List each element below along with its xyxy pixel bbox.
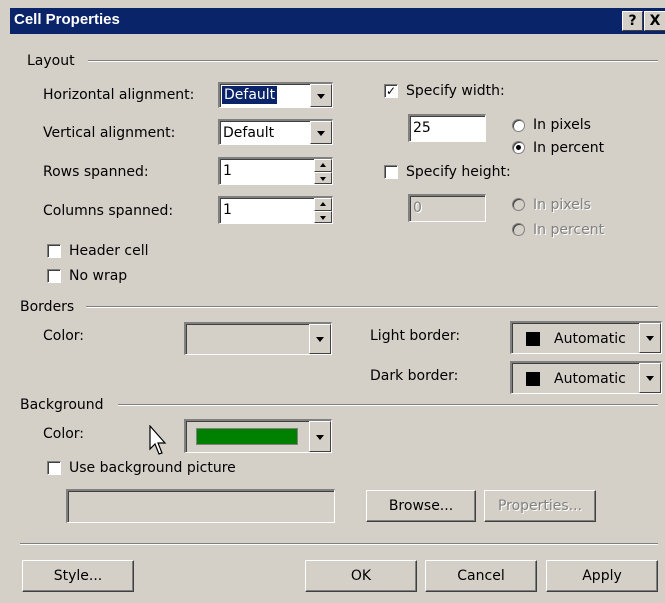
border-color-select[interactable] (184, 322, 332, 355)
width-in-percent-label[interactable]: In percent (533, 139, 604, 157)
height-in-pixels-label[interactable]: In pixels (533, 196, 591, 214)
vertical-alignment-value: Default (223, 125, 275, 141)
chevron-down-icon (316, 337, 324, 342)
mouse-cursor-icon (149, 425, 167, 455)
horizontal-alignment-label: Horizontal alignment: (43, 87, 195, 103)
border-color-dropdown-button[interactable] (309, 324, 331, 354)
width-in-percent-radio[interactable] (512, 141, 525, 154)
light-border-swatch (526, 332, 540, 346)
rows-spanned-spin (314, 159, 332, 184)
borders-group-divider (86, 306, 658, 308)
footer-divider (20, 543, 658, 545)
cancel-button[interactable]: Cancel (425, 560, 537, 592)
arrow-up-icon (320, 202, 326, 206)
use-background-picture-label[interactable]: Use background picture (69, 459, 236, 477)
arrow-down-icon (320, 215, 326, 220)
dark-border-dropdown-button[interactable] (639, 363, 661, 393)
window-title: Cell Properties (14, 11, 120, 28)
no-wrap-label[interactable]: No wrap (69, 267, 127, 285)
help-button[interactable]: ? (622, 11, 643, 31)
light-border-dropdown-button[interactable] (639, 323, 661, 353)
chevron-down-icon (317, 130, 325, 136)
light-border-label: Light border: (370, 328, 461, 344)
width-in-pixels-label[interactable]: In pixels (533, 116, 591, 134)
arrow-down-icon (320, 176, 326, 181)
vertical-alignment-select[interactable]: Default (218, 119, 333, 145)
columns-spanned-spin (314, 198, 332, 223)
height-input[interactable]: 0 (408, 194, 486, 222)
radio-selected-dot (516, 145, 521, 150)
header-cell-label[interactable]: Header cell (69, 242, 149, 260)
height-in-pixels-radio[interactable] (512, 198, 525, 211)
specify-width-label[interactable]: Specify width: (406, 82, 505, 100)
horizontal-alignment-dropdown-button[interactable] (310, 84, 332, 107)
dark-border-label: Dark border: (370, 368, 459, 384)
chevron-down-icon (317, 93, 325, 99)
dark-border-swatch (526, 372, 540, 386)
title-bar: Cell Properties ? X (10, 8, 665, 34)
specify-height-checkbox[interactable] (384, 165, 398, 179)
background-picture-path-input[interactable] (66, 489, 335, 523)
chevron-down-icon (646, 376, 654, 381)
horizontal-alignment-value: Default (220, 85, 279, 105)
background-properties-button[interactable]: Properties... (484, 490, 596, 522)
light-border-value: Automatic (554, 331, 626, 347)
background-color-select[interactable] (184, 419, 332, 453)
height-in-percent-radio[interactable] (512, 223, 525, 236)
background-color-dropdown-button[interactable] (309, 421, 331, 452)
columns-spanned-value: 1 (223, 202, 232, 218)
height-in-percent-label[interactable]: In percent (533, 221, 604, 239)
border-color-label: Color: (43, 328, 85, 344)
no-wrap-checkbox[interactable] (47, 269, 61, 283)
columns-spanned-label: Columns spanned: (43, 203, 174, 219)
vertical-alignment-label: Vertical alignment: (43, 125, 176, 141)
dark-border-value: Automatic (554, 371, 626, 387)
rows-spanned-label: Rows spanned: (43, 164, 149, 180)
rows-spanned-value: 1 (223, 163, 232, 179)
ok-button[interactable]: OK (305, 560, 417, 592)
width-in-pixels-radio[interactable] (512, 119, 525, 132)
background-color-swatch (196, 428, 298, 445)
header-cell-checkbox[interactable] (47, 244, 61, 258)
rows-spanned-increment[interactable] (314, 159, 332, 172)
borders-group-label: Borders (20, 299, 75, 315)
vertical-alignment-dropdown-button[interactable] (310, 121, 332, 144)
width-input[interactable]: 25 (408, 114, 486, 142)
style-button[interactable]: Style... (22, 560, 134, 592)
arrow-up-icon (320, 163, 326, 167)
background-group-divider (118, 404, 658, 406)
chevron-down-icon (646, 336, 654, 341)
dark-border-select[interactable]: Automatic (510, 361, 662, 394)
background-color-label: Color: (43, 426, 85, 442)
columns-spanned-decrement[interactable] (314, 210, 332, 223)
layout-group-label: Layout (27, 53, 75, 69)
height-value: 0 (413, 200, 422, 216)
apply-button[interactable]: Apply (546, 560, 658, 592)
width-value: 25 (413, 120, 431, 136)
rows-spanned-stepper[interactable]: 1 (218, 157, 333, 185)
layout-group-divider (88, 60, 658, 62)
light-border-select[interactable]: Automatic (510, 321, 662, 354)
background-group-label: Background (20, 397, 104, 413)
close-button[interactable]: X (644, 11, 665, 31)
browse-button[interactable]: Browse... (366, 490, 476, 522)
rows-spanned-decrement[interactable] (314, 171, 332, 184)
specify-width-checkbox[interactable]: ✓ (384, 84, 398, 98)
columns-spanned-stepper[interactable]: 1 (218, 196, 333, 224)
use-background-picture-checkbox[interactable] (47, 461, 61, 475)
chevron-down-icon (316, 434, 324, 440)
specify-height-label[interactable]: Specify height: (406, 163, 511, 181)
horizontal-alignment-select[interactable]: Default (218, 82, 333, 108)
columns-spanned-increment[interactable] (314, 198, 332, 211)
